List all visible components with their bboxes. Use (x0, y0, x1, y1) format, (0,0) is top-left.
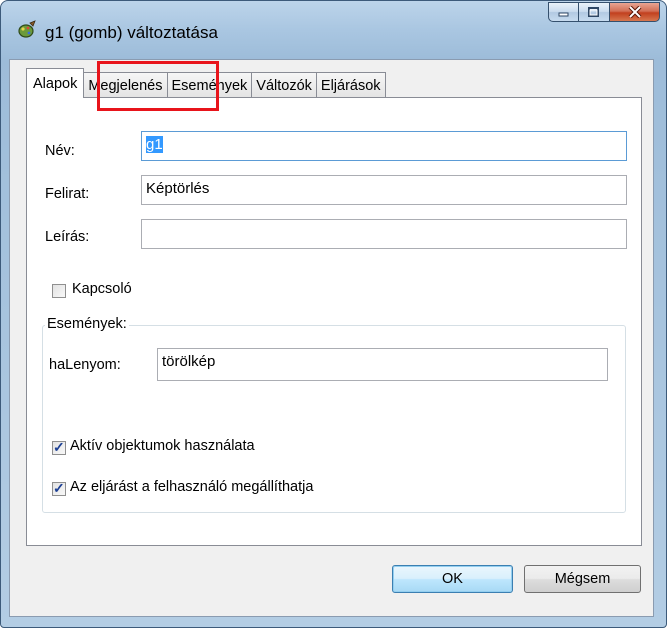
tab-valtozok[interactable]: Változók (251, 72, 317, 98)
halenyom-label: haLenyom: (49, 357, 121, 373)
esemenyek-group-legend: Események: (45, 316, 129, 332)
tab-eljarasok[interactable]: Eljárások (315, 72, 386, 98)
megallithatja-checkbox[interactable] (52, 480, 66, 497)
aktiv-objektumok-checkbox[interactable] (52, 439, 66, 456)
felirat-label: Felirat: (45, 186, 90, 202)
nev-input[interactable]: g1 (141, 131, 627, 161)
leiras-label: Leírás: (45, 229, 90, 245)
ok-button[interactable]: OK (392, 565, 513, 593)
halenyom-input[interactable]: törölkép (157, 348, 608, 381)
maximize-icon (588, 6, 599, 17)
minimize-icon (558, 12, 568, 17)
kapcsolo-label: Kapcsoló (72, 281, 132, 297)
leiras-input[interactable] (141, 219, 627, 249)
close-button[interactable] (610, 2, 660, 22)
felirat-input[interactable]: Képtörlés (141, 175, 627, 205)
annotation-highlight-box (97, 61, 219, 111)
close-icon (628, 6, 641, 18)
window-title: g1 (gomb) változtatása (45, 23, 218, 42)
window-controls (548, 2, 660, 22)
maximize-button[interactable] (579, 2, 610, 22)
kapcsolo-checkbox[interactable] (52, 284, 66, 298)
nev-input-value: g1 (146, 136, 163, 153)
title-bar[interactable]: g1 (gomb) változtatása (1, 1, 666, 59)
tab-alapok[interactable]: Alapok (26, 68, 85, 98)
nev-label: Név: (45, 143, 75, 159)
app-icon (18, 20, 36, 38)
minimize-button[interactable] (548, 2, 579, 22)
megallithatja-label: Az eljárást a felhasználó megállíthatja (70, 479, 314, 495)
cancel-button[interactable]: Mégsem (524, 565, 641, 593)
aktiv-objektumok-label: Aktív objektumok használata (70, 438, 255, 454)
